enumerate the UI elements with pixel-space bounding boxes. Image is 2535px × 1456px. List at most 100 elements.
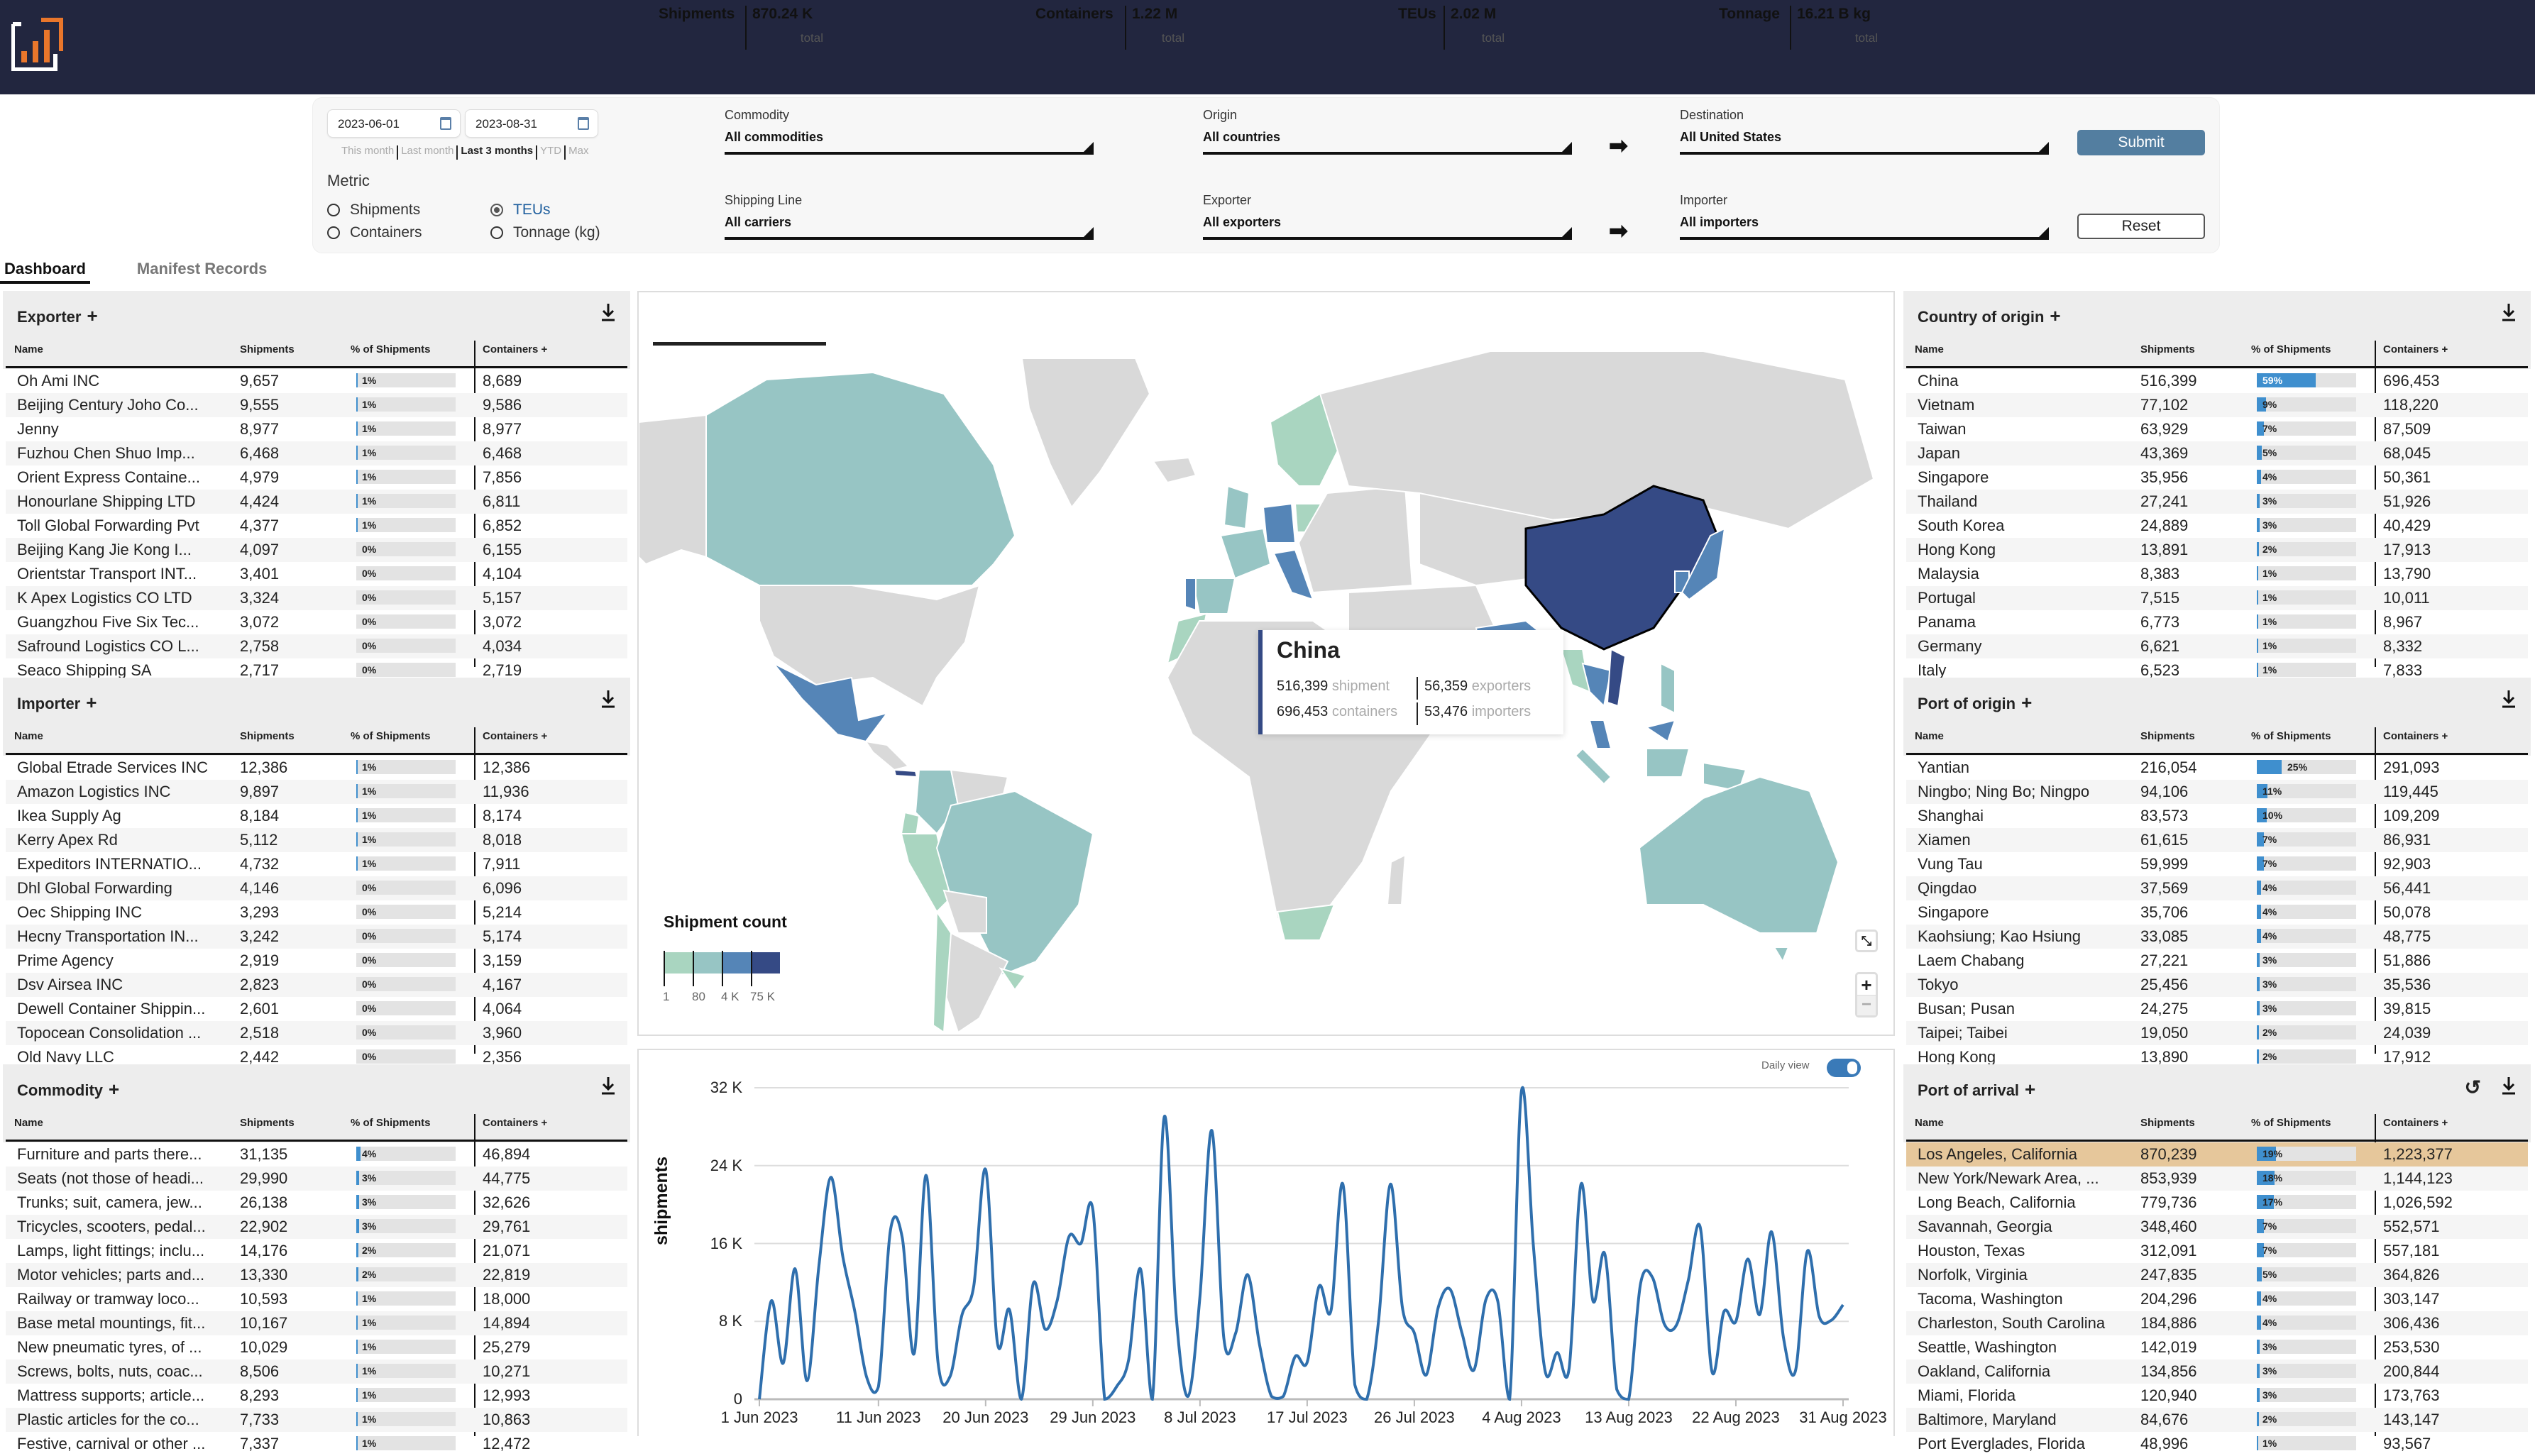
country-philippines[interactable]	[1660, 662, 1676, 715]
table-row[interactable]: Kerry Apex Rd 5,112 1% 8,018	[6, 828, 627, 852]
table-row[interactable]: Dsv Airsea INC 2,823 0% 4,167	[6, 973, 627, 997]
table-row[interactable]: Dhl Global Forwarding 4,146 0% 6,096	[6, 876, 627, 900]
column-header-pct[interactable]: % of Shipments	[351, 730, 431, 742]
table-row[interactable]: Thailand 27,241 3% 51,926	[1906, 490, 2528, 514]
metric-radio-shipments[interactable]: Shipments	[327, 202, 420, 219]
column-header-pct[interactable]: % of Shipments	[351, 1117, 431, 1129]
table-row[interactable]: Amazon Logistics INC 9,897 1% 11,936	[6, 780, 627, 804]
shipping-line-select[interactable]: Shipping Line All carriers	[725, 193, 1094, 240]
country-vietnam[interactable]	[1606, 648, 1627, 707]
column-header-shipments[interactable]: Shipments	[2140, 1117, 2195, 1129]
table-row[interactable]: Honourlane Shipping LTD 4,424 1% 6,811	[6, 490, 627, 514]
table-row[interactable]: Seattle, Washington 142,019 3% 253,530	[1906, 1335, 2528, 1360]
table-row[interactable]: Taipei; Taibei 19,050 2% 24,039	[1906, 1021, 2528, 1045]
table-row[interactable]: Ikea Supply Ag 8,184 1% 8,174	[6, 804, 627, 828]
exporter-select[interactable]: Exporter All exporters	[1203, 193, 1572, 240]
table-row[interactable]: Furniture and parts there... 31,135 4% 46,8…	[6, 1142, 627, 1167]
column-header-pct[interactable]: % of Shipments	[2251, 730, 2331, 742]
daily-view-toggle[interactable]	[1827, 1059, 1861, 1077]
importer-value[interactable]: All importers	[1680, 215, 2049, 240]
table-row[interactable]: Singapore 35,956 4% 50,361	[1906, 465, 2528, 490]
column-header-containers[interactable]: Containers +	[2383, 343, 2448, 355]
stat-containers[interactable]: Containers 1.22 M total	[1035, 6, 1184, 50]
country-bolivia[interactable]	[942, 889, 987, 934]
country-chile[interactable]	[932, 909, 952, 1032]
table-row[interactable]: Portugal 7,515 1% 10,011	[1906, 586, 2528, 610]
country-southafrica[interactable]	[1276, 903, 1336, 941]
country-australia[interactable]	[1638, 776, 1840, 934]
table-row[interactable]: China 516,399 59% 696,453	[1906, 369, 2528, 393]
table-row[interactable]: New pneumatic tyres, of ... 10,029 1% 25,27…	[6, 1335, 627, 1360]
radio-circle[interactable]	[327, 204, 340, 216]
country-uk[interactable]	[1223, 485, 1250, 530]
radio-circle[interactable]	[327, 226, 340, 239]
table-row[interactable]: Miami, Florida 120,940 3% 173,763	[1906, 1384, 2528, 1408]
table-row[interactable]: Germany 6,621 1% 8,332	[1906, 634, 2528, 658]
table-row[interactable]: Dewell Container Shippin... 2,601 0% 4,064	[6, 997, 627, 1021]
table-row[interactable]: New York/Newark Area, ... 853,939 18% 1,144…	[1906, 1167, 2528, 1191]
tab-dashboard[interactable]: Dashboard	[0, 255, 90, 284]
shipping-line-value[interactable]: All carriers	[725, 215, 1094, 240]
table-row[interactable]: Safround Logistics CO L... 2,758 0% 4,034	[6, 634, 627, 658]
add-column-icon[interactable]: +	[86, 692, 97, 713]
table-row[interactable]: Fuzhou Chen Shuo Imp... 6,468 1% 6,468	[6, 441, 627, 465]
table-row[interactable]: Xiamen 61,615 7% 86,931	[1906, 828, 2528, 852]
reset-button[interactable]: Reset	[2077, 214, 2205, 239]
quick-range-last-month[interactable]: Last month	[398, 145, 456, 160]
radio-circle[interactable]	[490, 204, 503, 216]
country-iceland[interactable]	[1152, 456, 1197, 484]
column-header-containers[interactable]: Containers +	[483, 1117, 547, 1129]
column-header-name[interactable]: Name	[14, 730, 43, 742]
column-header-pct[interactable]: % of Shipments	[351, 343, 431, 355]
column-header-name[interactable]: Name	[1915, 730, 1944, 742]
table-row[interactable]: Toll Global Forwarding Pvt 4,377 1% 6,852	[6, 514, 627, 538]
table-row[interactable]: Ningbo; Ning Bo; Ningpo 94,106 11% 119,445	[1906, 780, 2528, 804]
table-row[interactable]: Seats (not those of headi... 29,990 3% 44,7…	[6, 1167, 627, 1191]
table-row[interactable]: Vietnam 77,102 9% 118,220	[1906, 393, 2528, 417]
download-icon[interactable]	[2501, 302, 2517, 322]
table-row[interactable]: Shanghai 83,573 10% 109,209	[1906, 804, 2528, 828]
table-row[interactable]: Guangzhou Five Six Tec... 3,072 0% 3,072	[6, 610, 627, 634]
table-row[interactable]: Orientstar Transport INT... 3,401 0% 4,104	[6, 562, 627, 586]
country-tasmania[interactable]	[1773, 947, 1790, 964]
metric-radio-teus[interactable]: TEUs	[490, 202, 551, 219]
country-canada[interactable]	[705, 371, 1016, 586]
importer-select[interactable]: Importer All importers	[1680, 193, 2049, 240]
column-header-pct[interactable]: % of Shipments	[2251, 1117, 2331, 1129]
country-spain[interactable]	[1191, 578, 1236, 614]
radio-circle[interactable]	[490, 226, 503, 239]
table-row[interactable]: Qingdao 37,569 4% 56,441	[1906, 876, 2528, 900]
table-row[interactable]: Railway or tramway loco... 10,593 1% 18,000	[6, 1287, 627, 1311]
country-panama[interactable]	[893, 768, 918, 778]
table-row[interactable]: Malaysia 8,383 1% 13,790	[1906, 562, 2528, 586]
table-row[interactable]: Busan; Pusan 24,275 3% 39,815	[1906, 997, 2528, 1021]
table-row[interactable]: South Korea 24,889 3% 40,429	[1906, 514, 2528, 538]
date-to-input[interactable]: 2023-08-31	[465, 109, 598, 138]
origin-select[interactable]: Origin All countries	[1203, 108, 1572, 155]
column-header-shipments[interactable]: Shipments	[240, 343, 295, 355]
table-row[interactable]: Long Beach, California 779,736 17% 1,026,59…	[1906, 1191, 2528, 1215]
add-column-icon[interactable]: +	[109, 1079, 119, 1100]
table-row[interactable]: Vung Tau 59,999 7% 92,903	[1906, 852, 2528, 876]
table-row[interactable]: Oh Ami INC 9,657 1% 8,689	[6, 369, 627, 393]
fit-view-button[interactable]: ⤡	[1855, 930, 1878, 952]
table-row[interactable]: Laem Chabang 27,221 3% 51,886	[1906, 949, 2528, 973]
table-row[interactable]: Base metal mountings, fit... 10,167 1% 14,8…	[6, 1311, 627, 1335]
table-row[interactable]: Los Angeles, California 870,239 19% 1,223,3…	[1906, 1142, 2528, 1167]
table-row[interactable]: Global Etrade Services INC 12,386 1% 12,386	[6, 756, 627, 780]
stat-teus[interactable]: TEUs 2.02 M total	[1398, 6, 1505, 50]
table-row[interactable]: Singapore 35,706 4% 50,078	[1906, 900, 2528, 925]
table-row[interactable]: Taiwan 63,929 7% 87,509	[1906, 417, 2528, 441]
origin-value[interactable]: All countries	[1203, 130, 1572, 155]
column-header-containers[interactable]: Containers +	[483, 730, 547, 742]
destination-value[interactable]: All United States	[1680, 130, 2049, 155]
table-row[interactable]: Houston, Texas 312,091 7% 557,181	[1906, 1239, 2528, 1263]
table-row[interactable]: Prime Agency 2,919 0% 3,159	[6, 949, 627, 973]
table-row[interactable]: Expeditors INTERNATIO... 4,732 1% 7,911	[6, 852, 627, 876]
table-row[interactable]: Charleston, South Carolina 184,886 4% 306,4…	[1906, 1311, 2528, 1335]
table-row[interactable]: Tacoma, Washington 204,296 4% 303,147	[1906, 1287, 2528, 1311]
stat-tonnage[interactable]: Tonnage 16.21 B kg total	[1719, 6, 1878, 50]
country-germany[interactable]	[1262, 502, 1297, 544]
column-header-pct[interactable]: % of Shipments	[2251, 343, 2331, 355]
tab-manifest-records[interactable]: Manifest Records	[133, 255, 271, 284]
